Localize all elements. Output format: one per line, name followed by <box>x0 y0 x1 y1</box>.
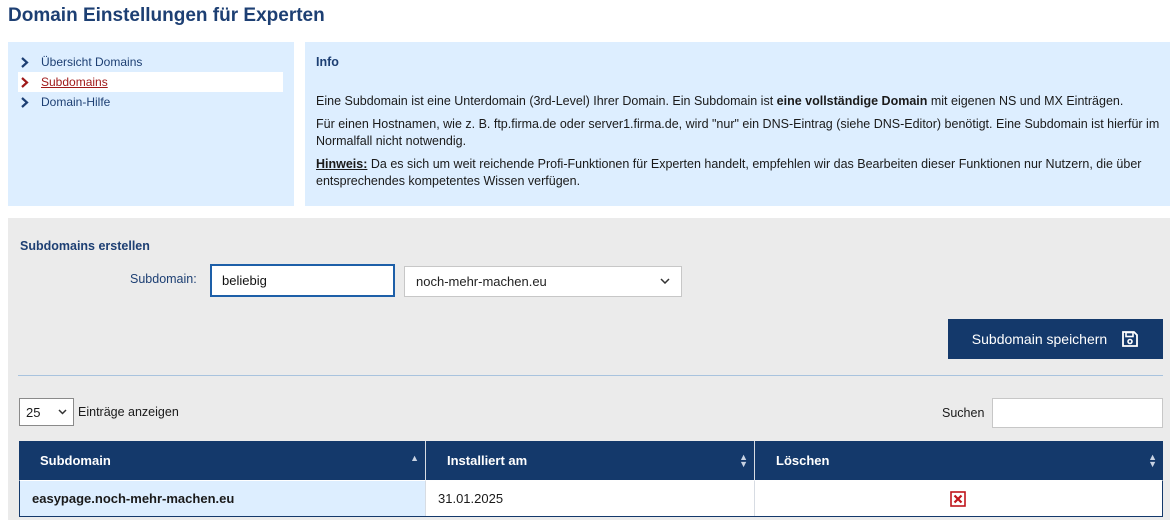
cell-delete <box>755 480 1163 516</box>
column-header-delete[interactable]: Löschen ▲ ▼ <box>755 441 1163 480</box>
sort-both-icon: ▲ ▼ <box>739 451 748 469</box>
page-length-select[interactable]: 25 <box>19 398 74 426</box>
column-header-label: Löschen <box>776 453 830 468</box>
create-section-title: Subdomains erstellen <box>20 239 150 253</box>
sidebar-item-label: Domain-Hilfe <box>41 95 111 109</box>
chevron-down-icon <box>660 276 670 287</box>
subdomain-input[interactable] <box>210 264 395 297</box>
info-box: Info Eine Subdomain ist eine Unterdomain… <box>305 42 1170 206</box>
chevron-right-icon <box>18 72 30 92</box>
subdomain-table: Subdomain ▲ Installiert am ▲ ▼ Löschen ▲ ▼… <box>19 441 1163 517</box>
hint-text: Da es sich um weit reichende Profi-Funkt… <box>316 157 1142 188</box>
search-input[interactable] <box>992 398 1163 428</box>
cell-subdomain: easypage.noch-mehr-machen.eu <box>19 480 426 516</box>
sidebar-nav: Übersicht Domains Subdomains Domain-Hilf… <box>8 42 294 206</box>
column-header-label: Installiert am <box>447 453 528 468</box>
chevron-right-icon <box>18 52 30 72</box>
subdomain-panel: Subdomains erstellen Subdomain: noch-meh… <box>8 218 1170 520</box>
domain-select[interactable]: noch-mehr-machen.eu <box>404 266 682 297</box>
page-length-label: Einträge anzeigen <box>78 405 179 419</box>
chevron-right-icon <box>18 92 30 112</box>
table-row: easypage.noch-mehr-machen.eu 31.01.2025 <box>19 480 1163 517</box>
column-header-label: Subdomain <box>40 453 111 468</box>
save-subdomain-button[interactable]: Subdomain speichern <box>948 319 1163 359</box>
table-header: Subdomain ▲ Installiert am ▲ ▼ Löschen ▲ ▼ <box>19 441 1163 480</box>
sidebar-item-overview-domains[interactable]: Übersicht Domains <box>18 52 283 72</box>
info-title: Info <box>316 55 339 69</box>
hint-label: Hinweis: <box>316 157 368 171</box>
column-header-installed[interactable]: Installiert am ▲ ▼ <box>426 441 755 480</box>
sidebar-item-label: Übersicht Domains <box>41 55 143 69</box>
sidebar-item-label: Subdomains <box>41 75 108 89</box>
search-label: Suchen <box>942 406 985 420</box>
sidebar-item-subdomains[interactable]: Subdomains <box>18 72 283 92</box>
delete-icon[interactable] <box>949 490 966 507</box>
info-hint: Hinweis: Da es sich um weit reichende Pr… <box>316 156 1160 190</box>
sort-ascending-icon: ▲ <box>410 453 419 463</box>
save-button-label: Subdomain speichern <box>971 331 1108 347</box>
page-title: Domain Einstellungen für Experten <box>8 5 325 26</box>
info-bold-text: eine vollständige Domain <box>776 94 928 108</box>
page-length-value: 25 <box>26 404 41 420</box>
chevron-down-icon <box>58 407 67 417</box>
domain-select-value: noch-mehr-machen.eu <box>416 274 547 289</box>
column-header-subdomain[interactable]: Subdomain ▲ <box>19 441 426 480</box>
sort-both-icon: ▲ ▼ <box>1148 451 1157 469</box>
save-icon <box>1121 330 1139 348</box>
sidebar-item-domain-help[interactable]: Domain-Hilfe <box>18 92 283 112</box>
subdomain-label: Subdomain: <box>130 272 197 286</box>
divider <box>18 375 1163 376</box>
info-text: mit eigenen NS und MX Einträgen. <box>927 94 1124 108</box>
cell-installed: 31.01.2025 <box>426 480 755 516</box>
info-paragraph: Für einen Hostnamen, wie z. B. ftp.firma… <box>316 117 1160 148</box>
info-paragraph: Eine Subdomain ist eine Unterdomain (3rd… <box>316 93 1160 110</box>
info-text: Eine Subdomain ist eine Unterdomain (3rd… <box>316 94 777 108</box>
